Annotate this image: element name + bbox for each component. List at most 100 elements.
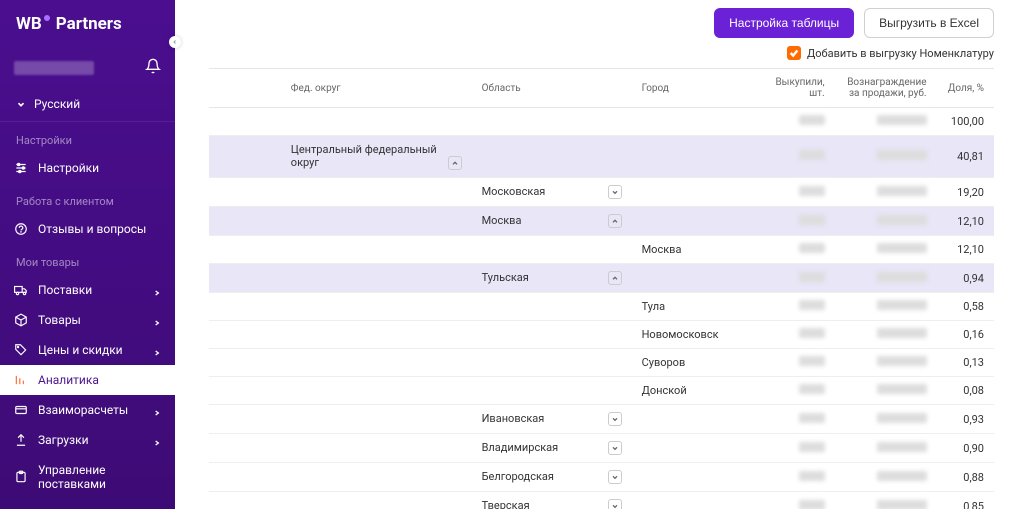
truck-icon <box>14 283 28 297</box>
nomenclature-label: Добавить в выгрузку Номенклатуру <box>807 47 994 60</box>
expand-toggle[interactable] <box>608 441 622 455</box>
export-excel-button[interactable]: Выгрузить в Excel <box>864 8 994 38</box>
cell-reward <box>835 264 937 293</box>
table-row: Тульская0,94 <box>209 264 994 293</box>
cell-region <box>472 136 632 178</box>
section-client: Работа с клиентом <box>0 183 175 214</box>
logo-partners: Partners <box>56 14 122 34</box>
nav-prices[interactable]: Цены и скидки <box>0 335 175 365</box>
nav-calendar[interactable]: Календарь акций и скидок <box>0 499 175 509</box>
cell-region: Москва <box>472 207 632 236</box>
cell-city <box>632 178 753 207</box>
redacted-value <box>877 186 927 196</box>
chevron-right-icon <box>153 406 161 414</box>
nav-label: Отзывы и вопросы <box>38 222 146 236</box>
cell-bought <box>753 207 835 236</box>
cell-city: Тула <box>632 293 753 321</box>
redacted-value <box>799 413 825 423</box>
col-district[interactable]: Фед. округ <box>281 69 472 108</box>
nav-label: Взаиморасчеты <box>38 403 128 417</box>
export-option-row: Добавить в выгрузку Номенклатуру <box>175 42 1024 68</box>
configure-table-button[interactable]: Настройка таблицы <box>714 8 854 38</box>
expand-toggle[interactable] <box>608 185 622 199</box>
redacted-value <box>877 115 927 125</box>
cell-region <box>472 293 632 321</box>
nav-analytics[interactable]: Аналитика <box>0 365 175 395</box>
nav-supply-mgmt[interactable]: Управление поставками <box>0 455 175 499</box>
cell-bought <box>753 236 835 264</box>
cell-city: Новомосковск <box>632 321 753 349</box>
cell-share: 12,10 <box>937 236 994 264</box>
cell-bought <box>753 377 835 405</box>
col-bought[interactable]: Выкупили, шт. <box>753 69 835 108</box>
expand-toggle[interactable] <box>608 271 622 285</box>
region-sales-table: Фед. округ Область Город Выкупили, шт. В… <box>209 68 994 509</box>
col-city[interactable]: Город <box>632 69 753 108</box>
tag-icon <box>14 343 28 357</box>
expand-toggle[interactable] <box>608 470 622 484</box>
cell-expand <box>209 236 281 264</box>
cell-share: 0,93 <box>937 405 994 434</box>
nav-uploads[interactable]: Загрузки <box>0 425 175 455</box>
expand-toggle[interactable] <box>608 412 622 426</box>
section-settings: Настройки <box>0 122 175 153</box>
table-header-row: Фед. округ Область Город Выкупили, шт. В… <box>209 69 994 108</box>
table-row: Тула0,58 <box>209 293 994 321</box>
cell-bought <box>753 264 835 293</box>
cell-district <box>281 207 472 236</box>
sidebar-toggle[interactable] <box>169 36 181 48</box>
chart-icon <box>14 373 28 387</box>
box-icon <box>14 313 28 327</box>
nav-reviews[interactable]: Отзывы и вопросы <box>0 214 175 244</box>
nav-settings[interactable]: Настройки <box>0 153 175 183</box>
cell-bought <box>753 492 835 509</box>
cell-expand <box>209 321 281 349</box>
redacted-value <box>877 471 927 481</box>
cell-share: 0,90 <box>937 434 994 463</box>
nav-products[interactable]: Товары <box>0 305 175 335</box>
nav-label: Загрузки <box>38 433 89 447</box>
nav-label: Настройки <box>38 161 99 175</box>
redacted-value <box>799 442 825 452</box>
cell-reward <box>835 207 937 236</box>
col-share[interactable]: Доля, % <box>937 69 994 108</box>
redacted-value <box>799 186 825 196</box>
redacted-value <box>877 150 927 160</box>
table-row: Новомосковск0,16 <box>209 321 994 349</box>
cell-region <box>472 349 632 377</box>
cell-city <box>632 207 753 236</box>
nav-balances[interactable]: Взаиморасчеты <box>0 395 175 425</box>
col-reward[interactable]: Вознаграждение за продажи, руб. <box>835 69 937 108</box>
nav-label: Аналитика <box>38 373 99 387</box>
redacted-value <box>877 243 927 253</box>
cell-expand <box>209 178 281 207</box>
logo: WB Partners <box>0 0 175 50</box>
cell-expand <box>209 264 281 293</box>
redacted-value <box>799 384 825 394</box>
cell-expand <box>209 293 281 321</box>
language-label: Русский <box>34 97 80 111</box>
chevron-right-icon <box>153 316 161 324</box>
cell-reward <box>835 178 937 207</box>
expand-toggle[interactable] <box>608 214 622 228</box>
redacted-value <box>877 500 927 509</box>
wallet-icon <box>14 403 28 417</box>
bell-icon[interactable] <box>145 58 161 77</box>
chevron-right-icon <box>153 436 161 444</box>
table-row: 100,00 <box>209 108 994 136</box>
table-row: Суворов0,13 <box>209 349 994 377</box>
cell-city: Суворов <box>632 349 753 377</box>
cell-bought <box>753 293 835 321</box>
language-selector[interactable]: Русский <box>0 87 175 122</box>
cell-region <box>472 236 632 264</box>
redacted-value <box>877 442 927 452</box>
cell-city <box>632 108 753 136</box>
expand-toggle[interactable] <box>448 156 462 170</box>
cell-city <box>632 463 753 492</box>
expand-toggle[interactable] <box>608 499 622 509</box>
cell-district <box>281 349 472 377</box>
nomenclature-checkbox[interactable] <box>787 46 801 60</box>
nav-supplies[interactable]: Поставки <box>0 275 175 305</box>
col-region[interactable]: Область <box>472 69 632 108</box>
redacted-value <box>799 500 825 509</box>
